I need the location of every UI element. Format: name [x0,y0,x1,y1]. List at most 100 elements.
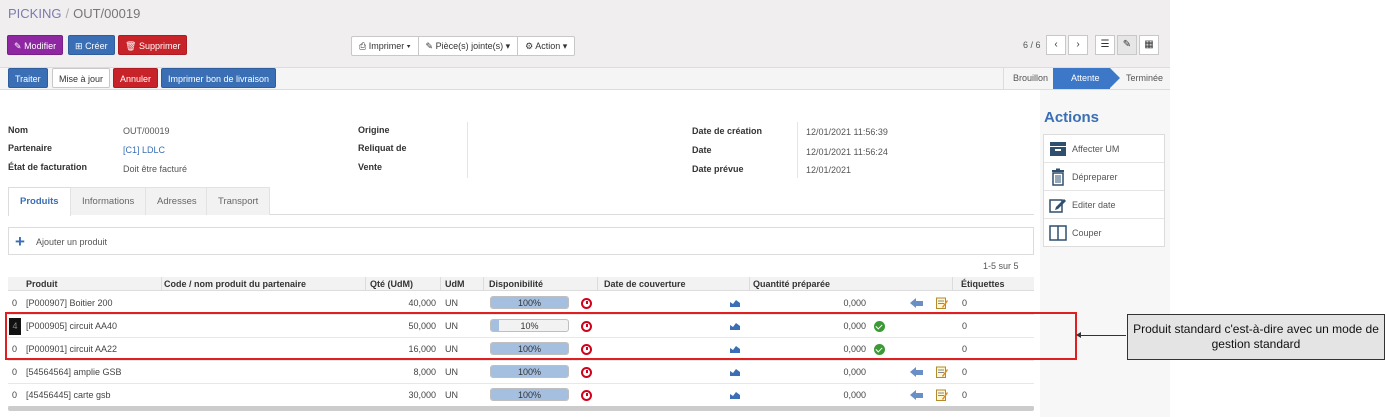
table-header: Produit Code / nom produit du partenaire… [8,277,1034,291]
breadcrumb-current: OUT/00019 [73,6,141,21]
action-dropdown[interactable]: ⚙ Action ▾ [518,36,576,56]
trash-icon [1052,168,1064,186]
stage-done[interactable]: Terminée [1126,68,1163,89]
table-row[interactable]: 0 [54564564] amplie GSB 8,000 UN 100% 0,000 0 [8,361,1034,384]
update-button[interactable]: Mise à jour [52,68,111,88]
edit-button[interactable]: ✎ Modifier [7,35,64,55]
delete-button[interactable]: 🗑 Supprimer [118,35,188,55]
create-button-label: Créer [85,41,108,51]
edit-note-icon[interactable] [936,389,948,401]
calendar-view-button[interactable]: ▦ [1139,35,1159,55]
product-cell: [45456445] carte gsb [26,390,111,400]
warning-icon[interactable] [581,367,592,378]
cancel-button[interactable]: Annuler [113,68,159,88]
annotation-callout: Produit standard c'est-à-dire avec un mo… [1127,314,1385,360]
creation-date-value: 12/01/2021 11:56:39 [806,127,888,137]
prepared-qty-cell: 0,000 [843,390,866,400]
tab-informations[interactable]: Informations [70,187,147,215]
return-arrow-icon[interactable] [910,389,924,401]
column-header-product[interactable]: Produit [26,279,58,289]
process-button[interactable]: Traiter [8,68,48,88]
add-product-line[interactable]: + Ajouter un produit [8,227,1034,255]
warning-icon[interactable] [581,298,592,309]
column-header-uom[interactable]: UdM [445,279,465,289]
backorder-label: Reliquat de [358,143,407,153]
chevron-right-icon: › [1076,39,1080,50]
plus-icon: + [15,232,25,251]
print-dropdown[interactable]: ⎙ Imprimer ▾ [351,36,419,56]
tab-transport[interactable]: Transport [206,187,271,215]
product-cell: [P000907] Boitier 200 [26,298,113,308]
edit-note-icon[interactable] [936,366,948,378]
partner-link[interactable]: [C1] LDLC [123,145,165,155]
annotation-arrow [1079,335,1126,336]
control-panel: PICKING / OUT/00019 ✎ Modifier ⊞ Créer 🗑 S… [0,0,1170,68]
column-separator [440,277,441,291]
action-split[interactable]: Couper [1044,219,1164,247]
sidebar-dropdowns: ⎙ Imprimer ▾ ✎ Pièce(s) jointe(s) ▾ ⚙ Ac… [351,36,576,56]
horizontal-scrollbar[interactable] [8,406,1034,411]
return-arrow-icon[interactable] [910,366,924,378]
tab-addresses[interactable]: Adresses [145,187,209,215]
area-chart-icon[interactable] [730,391,740,399]
edit-button-label: Modifier [24,41,57,51]
attachments-dropdown[interactable]: ✎ Pièce(s) jointe(s) ▾ [418,36,519,56]
field-divider [797,122,798,178]
action-assign-um[interactable]: Affecter UM [1044,135,1164,163]
actions-panel: Affecter UM Dépreparer Editer date Coupe… [1043,134,1165,247]
column-header-coverage-date[interactable]: Date de couverture [604,279,686,289]
product-cell: [54564564] amplie GSB [26,367,122,377]
table-row[interactable]: 0 [45456445] carte gsb 30,000 UN 100% 0,000 0 [8,384,1034,407]
availability-progress-bar: 100% [490,388,569,401]
column-header-availability[interactable]: Disponibilité [489,279,543,289]
breadcrumb-separator: / [65,6,70,21]
action-edit-date[interactable]: Editer date [1044,191,1164,219]
tab-products[interactable]: Produits [8,187,71,216]
column-header-prepared-qty[interactable]: Quantité préparée [753,279,830,289]
form-view-button[interactable]: ✎ [1117,35,1137,55]
arrow-head-icon [1076,332,1081,338]
list-view-button[interactable]: ☰ [1095,35,1115,55]
uom-cell: UN [445,390,458,400]
column-header-labels[interactable]: Étiquettes [961,279,1005,289]
breadcrumb-parent[interactable]: PICKING [8,6,61,21]
column-separator [749,277,750,291]
create-button[interactable]: ⊞ Créer [68,35,115,55]
column-header-partner-code[interactable]: Code / nom produit du partenaire [164,279,306,289]
pager-value[interactable]: 6 / 6 [1023,40,1041,50]
actions-title: Actions [1044,109,1100,126]
labels-cell: 0 [962,298,968,308]
action-dropdown-label: Action [535,41,561,51]
edit-note-icon[interactable] [936,297,948,309]
column-separator [161,277,162,291]
invoice-state-label: État de facturation [8,162,88,172]
action-unprepare[interactable]: Dépreparer [1044,163,1164,191]
availability-label: 100% [517,298,542,308]
area-chart-icon[interactable] [730,368,740,376]
return-arrow-icon[interactable] [910,297,924,309]
attachments-dropdown-label: Pièce(s) jointe(s) [435,41,504,51]
print-delivery-button[interactable]: Imprimer bon de livraison [161,68,277,88]
uom-cell: UN [445,367,458,377]
stage-draft[interactable]: Brouillon [1013,68,1048,89]
breadcrumb: PICKING / OUT/00019 [8,6,140,21]
pager-next-button[interactable]: › [1068,35,1088,55]
column-separator [597,277,598,291]
partner-label: Partenaire [8,143,53,153]
column-header-qty[interactable]: Qté (UdM) [370,279,413,289]
statusbar: Traiter Mise à jour Annuler Imprimer bon… [0,68,1170,90]
stage-waiting[interactable]: Attente [1053,68,1119,89]
area-chart-icon[interactable] [730,299,740,307]
highlight-box [5,312,1077,360]
delete-button-label: Supprimer [138,41,181,51]
prepared-qty-cell: 0,000 [843,367,866,377]
availability-progress-bar: 100% [490,365,569,378]
pencil-icon: ✎ [14,41,22,51]
row-index: 0 [12,367,18,377]
warning-icon[interactable] [581,390,592,401]
pager-previous-button[interactable]: ‹ [1046,35,1066,55]
date-label: Date [692,145,712,155]
qty-cell: 30,000 [408,390,436,400]
labels-cell: 0 [962,367,968,377]
caret-down-icon: ▾ [406,41,411,51]
